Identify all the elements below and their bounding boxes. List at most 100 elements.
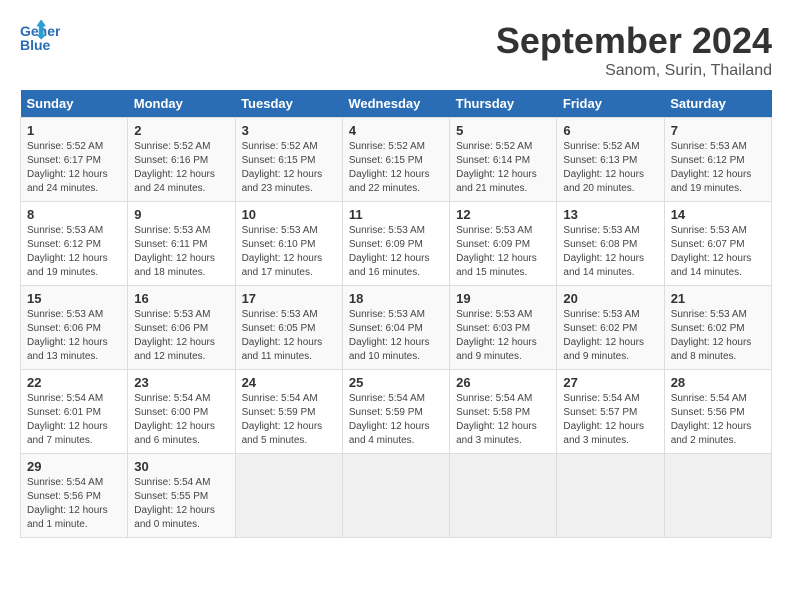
day-info: Sunrise: 5:53 AMSunset: 6:06 PMDaylight:… bbox=[134, 309, 215, 362]
day-number: 5 bbox=[456, 123, 550, 138]
calendar-day-cell: 15 Sunrise: 5:53 AMSunset: 6:06 PMDaylig… bbox=[21, 286, 128, 370]
calendar-week-row: 1 Sunrise: 5:52 AMSunset: 6:17 PMDayligh… bbox=[21, 118, 772, 202]
day-info: Sunrise: 5:54 AMSunset: 5:59 PMDaylight:… bbox=[349, 393, 430, 446]
weekday-header: Monday bbox=[128, 90, 235, 118]
day-number: 1 bbox=[27, 123, 121, 138]
day-info: Sunrise: 5:53 AMSunset: 6:02 PMDaylight:… bbox=[563, 309, 644, 362]
day-number: 27 bbox=[563, 375, 657, 390]
day-number: 17 bbox=[242, 291, 336, 306]
calendar-day-cell: 17 Sunrise: 5:53 AMSunset: 6:05 PMDaylig… bbox=[235, 286, 342, 370]
calendar-day-cell: 21 Sunrise: 5:53 AMSunset: 6:02 PMDaylig… bbox=[664, 286, 771, 370]
calendar-day-cell: 25 Sunrise: 5:54 AMSunset: 5:59 PMDaylig… bbox=[342, 370, 449, 454]
day-info: Sunrise: 5:52 AMSunset: 6:15 PMDaylight:… bbox=[349, 141, 430, 194]
weekday-header: Sunday bbox=[21, 90, 128, 118]
calendar-day-cell: 28 Sunrise: 5:54 AMSunset: 5:56 PMDaylig… bbox=[664, 370, 771, 454]
day-info: Sunrise: 5:53 AMSunset: 6:10 PMDaylight:… bbox=[242, 225, 323, 278]
calendar-day-cell: 11 Sunrise: 5:53 AMSunset: 6:09 PMDaylig… bbox=[342, 202, 449, 286]
calendar-day-cell: 29 Sunrise: 5:54 AMSunset: 5:56 PMDaylig… bbox=[21, 454, 128, 538]
day-number: 16 bbox=[134, 291, 228, 306]
day-number: 20 bbox=[563, 291, 657, 306]
calendar-week-row: 15 Sunrise: 5:53 AMSunset: 6:06 PMDaylig… bbox=[21, 286, 772, 370]
day-number: 18 bbox=[349, 291, 443, 306]
title-area: September 2024 Sanom, Surin, Thailand bbox=[496, 20, 772, 80]
day-number: 7 bbox=[671, 123, 765, 138]
day-info: Sunrise: 5:53 AMSunset: 6:02 PMDaylight:… bbox=[671, 309, 752, 362]
weekday-header: Thursday bbox=[450, 90, 557, 118]
day-info: Sunrise: 5:53 AMSunset: 6:12 PMDaylight:… bbox=[671, 141, 752, 194]
day-info: Sunrise: 5:54 AMSunset: 5:56 PMDaylight:… bbox=[671, 393, 752, 446]
day-number: 6 bbox=[563, 123, 657, 138]
logo: General Blue bbox=[20, 20, 60, 56]
calendar-day-cell: 6 Sunrise: 5:52 AMSunset: 6:13 PMDayligh… bbox=[557, 118, 664, 202]
calendar-week-row: 22 Sunrise: 5:54 AMSunset: 6:01 PMDaylig… bbox=[21, 370, 772, 454]
day-info: Sunrise: 5:52 AMSunset: 6:14 PMDaylight:… bbox=[456, 141, 537, 194]
day-number: 19 bbox=[456, 291, 550, 306]
day-info: Sunrise: 5:52 AMSunset: 6:16 PMDaylight:… bbox=[134, 141, 215, 194]
day-info: Sunrise: 5:54 AMSunset: 6:00 PMDaylight:… bbox=[134, 393, 215, 446]
weekday-header: Saturday bbox=[664, 90, 771, 118]
day-number: 23 bbox=[134, 375, 228, 390]
day-info: Sunrise: 5:53 AMSunset: 6:09 PMDaylight:… bbox=[456, 225, 537, 278]
day-info: Sunrise: 5:54 AMSunset: 5:56 PMDaylight:… bbox=[27, 477, 108, 530]
day-number: 22 bbox=[27, 375, 121, 390]
calendar-day-cell: 22 Sunrise: 5:54 AMSunset: 6:01 PMDaylig… bbox=[21, 370, 128, 454]
day-info: Sunrise: 5:54 AMSunset: 5:58 PMDaylight:… bbox=[456, 393, 537, 446]
svg-text:Blue: Blue bbox=[20, 37, 51, 53]
calendar-day-cell: 7 Sunrise: 5:53 AMSunset: 6:12 PMDayligh… bbox=[664, 118, 771, 202]
day-number: 14 bbox=[671, 207, 765, 222]
calendar-day-cell: 26 Sunrise: 5:54 AMSunset: 5:58 PMDaylig… bbox=[450, 370, 557, 454]
calendar-day-cell bbox=[664, 454, 771, 538]
calendar-day-cell: 8 Sunrise: 5:53 AMSunset: 6:12 PMDayligh… bbox=[21, 202, 128, 286]
calendar-day-cell: 23 Sunrise: 5:54 AMSunset: 6:00 PMDaylig… bbox=[128, 370, 235, 454]
day-number: 11 bbox=[349, 207, 443, 222]
calendar-day-cell: 1 Sunrise: 5:52 AMSunset: 6:17 PMDayligh… bbox=[21, 118, 128, 202]
day-info: Sunrise: 5:53 AMSunset: 6:06 PMDaylight:… bbox=[27, 309, 108, 362]
calendar-day-cell: 16 Sunrise: 5:53 AMSunset: 6:06 PMDaylig… bbox=[128, 286, 235, 370]
calendar-day-cell bbox=[450, 454, 557, 538]
calendar-day-cell: 14 Sunrise: 5:53 AMSunset: 6:07 PMDaylig… bbox=[664, 202, 771, 286]
day-info: Sunrise: 5:54 AMSunset: 5:59 PMDaylight:… bbox=[242, 393, 323, 446]
day-info: Sunrise: 5:53 AMSunset: 6:05 PMDaylight:… bbox=[242, 309, 323, 362]
calendar-day-cell: 13 Sunrise: 5:53 AMSunset: 6:08 PMDaylig… bbox=[557, 202, 664, 286]
day-number: 26 bbox=[456, 375, 550, 390]
calendar-day-cell: 5 Sunrise: 5:52 AMSunset: 6:14 PMDayligh… bbox=[450, 118, 557, 202]
day-info: Sunrise: 5:53 AMSunset: 6:04 PMDaylight:… bbox=[349, 309, 430, 362]
day-info: Sunrise: 5:53 AMSunset: 6:03 PMDaylight:… bbox=[456, 309, 537, 362]
calendar-day-cell: 12 Sunrise: 5:53 AMSunset: 6:09 PMDaylig… bbox=[450, 202, 557, 286]
calendar-day-cell: 2 Sunrise: 5:52 AMSunset: 6:16 PMDayligh… bbox=[128, 118, 235, 202]
month-title: September 2024 bbox=[496, 20, 772, 62]
calendar-week-row: 8 Sunrise: 5:53 AMSunset: 6:12 PMDayligh… bbox=[21, 202, 772, 286]
calendar-week-row: 29 Sunrise: 5:54 AMSunset: 5:56 PMDaylig… bbox=[21, 454, 772, 538]
day-number: 9 bbox=[134, 207, 228, 222]
logo-icon: General Blue bbox=[20, 20, 60, 56]
calendar-day-cell: 18 Sunrise: 5:53 AMSunset: 6:04 PMDaylig… bbox=[342, 286, 449, 370]
day-number: 29 bbox=[27, 459, 121, 474]
calendar-day-cell: 10 Sunrise: 5:53 AMSunset: 6:10 PMDaylig… bbox=[235, 202, 342, 286]
calendar-header: SundayMondayTuesdayWednesdayThursdayFrid… bbox=[21, 90, 772, 118]
calendar-day-cell: 4 Sunrise: 5:52 AMSunset: 6:15 PMDayligh… bbox=[342, 118, 449, 202]
day-number: 15 bbox=[27, 291, 121, 306]
day-number: 2 bbox=[134, 123, 228, 138]
day-info: Sunrise: 5:54 AMSunset: 5:55 PMDaylight:… bbox=[134, 477, 215, 530]
calendar-day-cell: 27 Sunrise: 5:54 AMSunset: 5:57 PMDaylig… bbox=[557, 370, 664, 454]
weekday-header: Tuesday bbox=[235, 90, 342, 118]
calendar-day-cell: 19 Sunrise: 5:53 AMSunset: 6:03 PMDaylig… bbox=[450, 286, 557, 370]
day-number: 25 bbox=[349, 375, 443, 390]
calendar-day-cell: 9 Sunrise: 5:53 AMSunset: 6:11 PMDayligh… bbox=[128, 202, 235, 286]
day-info: Sunrise: 5:53 AMSunset: 6:12 PMDaylight:… bbox=[27, 225, 108, 278]
calendar-day-cell: 3 Sunrise: 5:52 AMSunset: 6:15 PMDayligh… bbox=[235, 118, 342, 202]
day-number: 28 bbox=[671, 375, 765, 390]
day-number: 30 bbox=[134, 459, 228, 474]
calendar-table: SundayMondayTuesdayWednesdayThursdayFrid… bbox=[20, 90, 772, 538]
day-number: 10 bbox=[242, 207, 336, 222]
day-number: 3 bbox=[242, 123, 336, 138]
day-info: Sunrise: 5:53 AMSunset: 6:08 PMDaylight:… bbox=[563, 225, 644, 278]
day-number: 24 bbox=[242, 375, 336, 390]
location-subtitle: Sanom, Surin, Thailand bbox=[496, 62, 772, 80]
day-info: Sunrise: 5:52 AMSunset: 6:15 PMDaylight:… bbox=[242, 141, 323, 194]
header: General Blue September 2024 Sanom, Surin… bbox=[20, 20, 772, 80]
calendar-day-cell bbox=[342, 454, 449, 538]
calendar-day-cell: 24 Sunrise: 5:54 AMSunset: 5:59 PMDaylig… bbox=[235, 370, 342, 454]
calendar-day-cell bbox=[235, 454, 342, 538]
calendar-day-cell bbox=[557, 454, 664, 538]
